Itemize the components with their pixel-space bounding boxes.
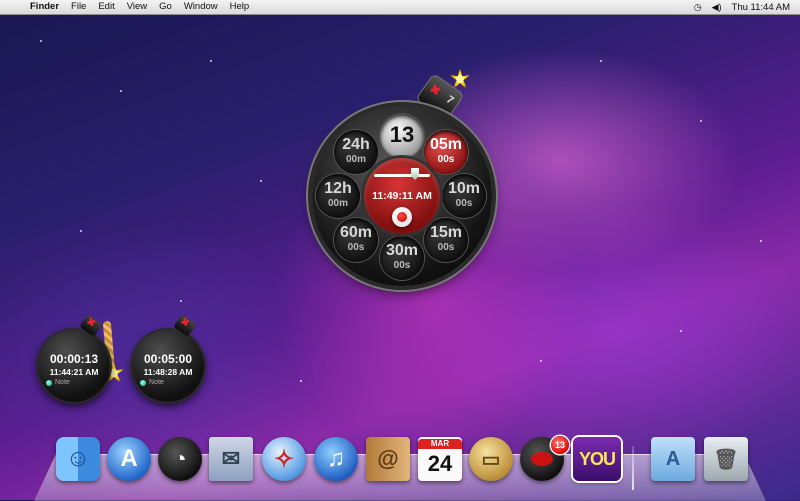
note-label: Note: [55, 379, 70, 386]
star: [40, 40, 42, 42]
menu-app-name[interactable]: Finder: [30, 0, 59, 14]
menu-file[interactable]: File: [71, 0, 86, 14]
preset-12h-button[interactable]: 12h 00m: [316, 174, 360, 218]
close-icon[interactable]: ✖: [84, 316, 97, 330]
slider-knob[interactable]: [411, 168, 419, 180]
note-label: Note: [149, 379, 164, 386]
preview-icon[interactable]: ▭: [469, 437, 513, 481]
star: [680, 330, 682, 332]
bomb-cap[interactable]: ✖: [79, 314, 103, 337]
time-machine-icon[interactable]: ◷: [694, 2, 702, 13]
menu-view[interactable]: View: [127, 0, 147, 14]
star: [300, 380, 302, 382]
countdown: 00:05:00: [143, 352, 193, 366]
dial-timer-widget[interactable]: 13 24h 00m 05m 00s 12h 00m 10m 00s 60m 0…: [312, 106, 492, 286]
menu-go[interactable]: Go: [159, 0, 172, 14]
preset-sublabel: 00m: [345, 154, 366, 165]
time-slider[interactable]: [374, 174, 430, 177]
applications-folder-icon[interactable]: A: [651, 437, 695, 481]
preset-sublabel: 00s: [437, 154, 455, 165]
preset-sublabel: 00s: [347, 242, 365, 253]
menu-bar: Finder File Edit View Go Window Help ◷ ◀…: [0, 0, 800, 15]
preset-label: 12h: [324, 180, 352, 197]
alarm-time: 11:48:28 AM: [143, 367, 193, 377]
dashboard-icon[interactable]: ◔: [158, 437, 202, 481]
ical-icon[interactable]: MAR 24: [418, 437, 462, 481]
bomb-light: [531, 452, 553, 466]
preset-label: 60m: [339, 224, 373, 241]
preset-label: 10m: [447, 180, 481, 197]
star: [80, 230, 82, 232]
you-app-icon[interactable]: YOU: [573, 437, 621, 481]
preset-sublabel: 00m: [327, 198, 348, 209]
preset-15m-button[interactable]: 15m 00s: [424, 218, 468, 262]
menu-edit[interactable]: Edit: [98, 0, 114, 14]
dial-center: 11:49:11 AM: [364, 158, 440, 234]
calendar-month: MAR: [418, 439, 462, 449]
menu-extras: ◷ ◀) Thu 11:44 AM: [694, 2, 800, 13]
star: [700, 120, 702, 122]
trash-icon[interactable]: 🗑: [704, 437, 748, 481]
preset-label: 30m: [385, 242, 419, 259]
timer-widget-2[interactable]: ✖ 00:05:00 11:48:28 AM Note: [132, 314, 204, 402]
finder-icon[interactable]: ☺: [56, 437, 100, 481]
star: [210, 60, 212, 62]
star: [180, 300, 182, 302]
safari-icon[interactable]: ✧: [262, 437, 306, 481]
menu-window[interactable]: Window: [184, 0, 218, 14]
preset-10m-button[interactable]: 10m 00s: [442, 174, 486, 218]
timer-widget-1[interactable]: ✖ 00:00:13 11:44:21 AM Note: [38, 314, 110, 402]
start-button[interactable]: [392, 207, 412, 227]
note-field[interactable]: Note: [46, 379, 70, 386]
you-label: YOU: [578, 448, 616, 469]
dial-count-button[interactable]: 13: [380, 114, 424, 158]
cap-mark: 7: [443, 93, 456, 107]
preset-24h-button[interactable]: 24h 00m: [334, 130, 378, 174]
calendar-day: 24: [427, 451, 453, 476]
preset-60m-button[interactable]: 60m 00s: [334, 218, 378, 262]
star: [120, 90, 122, 92]
preset-label: 05m: [429, 136, 463, 153]
preset-sublabel: 00s: [437, 242, 455, 253]
star: [600, 60, 602, 62]
mail-icon[interactable]: ✉: [209, 437, 253, 481]
dock-separator: [632, 446, 634, 490]
star: [260, 180, 262, 182]
close-icon[interactable]: ✖: [178, 316, 191, 330]
note-icon: [46, 379, 52, 386]
preset-30m-button[interactable]: 30m 00s: [380, 236, 424, 280]
volume-icon[interactable]: ◀): [712, 2, 722, 13]
preset-sublabel: 00s: [393, 260, 411, 271]
address-book-icon[interactable]: @: [366, 437, 410, 481]
badge-count: 13: [551, 436, 569, 454]
alarm-time: 11:49:11 AM: [372, 190, 432, 202]
countdown: 00:00:13: [49, 352, 99, 366]
dial-count: 13: [389, 122, 415, 147]
preset-label: 24h: [342, 136, 370, 153]
itunes-icon[interactable]: ♫: [314, 437, 358, 481]
menu-clock[interactable]: Thu 11:44 AM: [732, 2, 790, 13]
note-icon: [140, 379, 146, 386]
bomb-cap[interactable]: ✖: [173, 314, 197, 337]
preset-label: 15m: [429, 224, 463, 241]
finder-face: ☺: [65, 445, 91, 472]
alarm-time: 11:44:21 AM: [49, 367, 99, 377]
note-field[interactable]: Note: [140, 379, 164, 386]
app-store-icon[interactable]: A: [107, 437, 151, 481]
preset-sublabel: 00s: [455, 198, 473, 209]
close-icon[interactable]: ✖: [427, 81, 443, 98]
star: [760, 240, 762, 242]
star: [540, 360, 542, 362]
menu-help[interactable]: Help: [230, 0, 250, 14]
preset-05m-button[interactable]: 05m 00s: [424, 130, 468, 174]
